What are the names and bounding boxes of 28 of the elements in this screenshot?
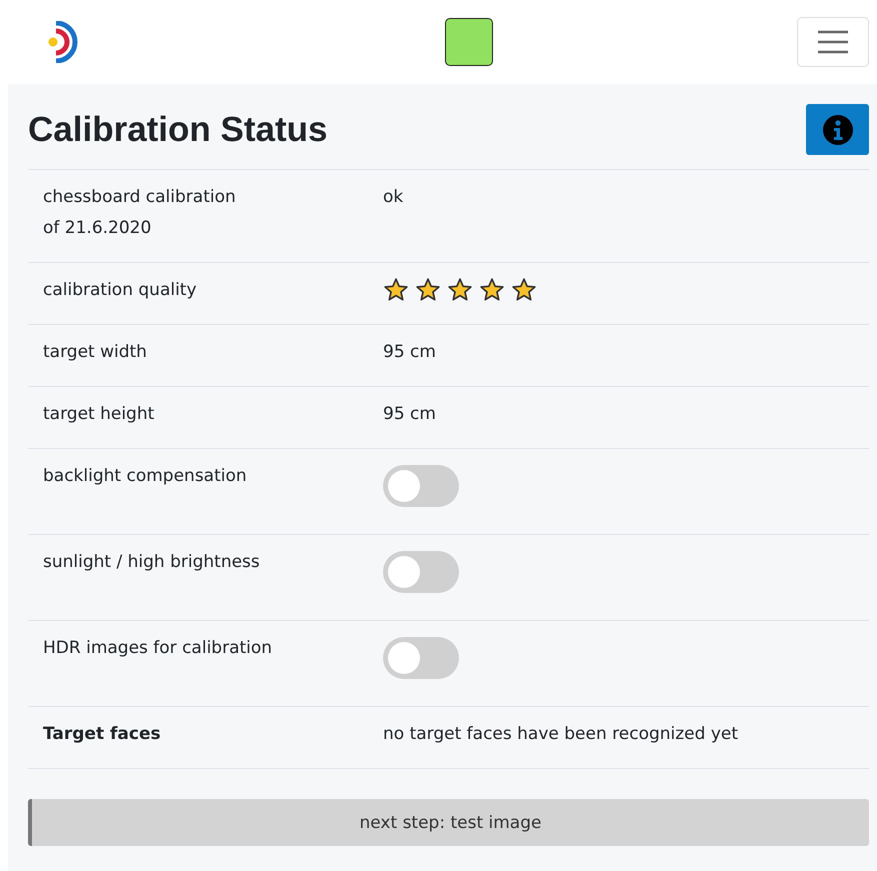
status-indicator: [444, 18, 492, 66]
star-icon: [383, 277, 409, 303]
setting-value: no target faces have been recognized yet: [383, 723, 738, 746]
star-icon: [415, 277, 441, 303]
section-label: Target faces: [43, 723, 162, 746]
toggle-switch[interactable]: [383, 551, 459, 593]
setting-label: backlight compensation: [43, 465, 248, 488]
setting-value: 95 cm: [383, 403, 436, 426]
info-button[interactable]: [806, 104, 869, 155]
menu-button[interactable]: [797, 17, 869, 67]
toggle-switch[interactable]: [383, 637, 459, 679]
logo-icon: [46, 21, 80, 63]
info-icon: [822, 114, 854, 146]
setting-label: target width: [43, 341, 148, 364]
setting-label: sunlight / high brightness: [43, 551, 261, 574]
star-icon: [511, 277, 537, 303]
toggle-switch[interactable]: [383, 465, 459, 507]
setting-value: ok: [383, 186, 404, 209]
setting-label: target height: [43, 403, 156, 426]
next-step-button[interactable]: next step: test image: [28, 799, 869, 846]
setting-label: calibration quality: [43, 279, 198, 302]
star-icon: [479, 277, 505, 303]
setting-label: HDR images for calibration: [43, 637, 274, 660]
page-title: Calibration Status: [28, 110, 328, 150]
menu-icon: [817, 30, 849, 54]
star-icon: [447, 277, 473, 303]
setting-value: 95 cm: [383, 341, 436, 364]
setting-label: chessboard calibration of 21.6.2020: [43, 186, 237, 240]
